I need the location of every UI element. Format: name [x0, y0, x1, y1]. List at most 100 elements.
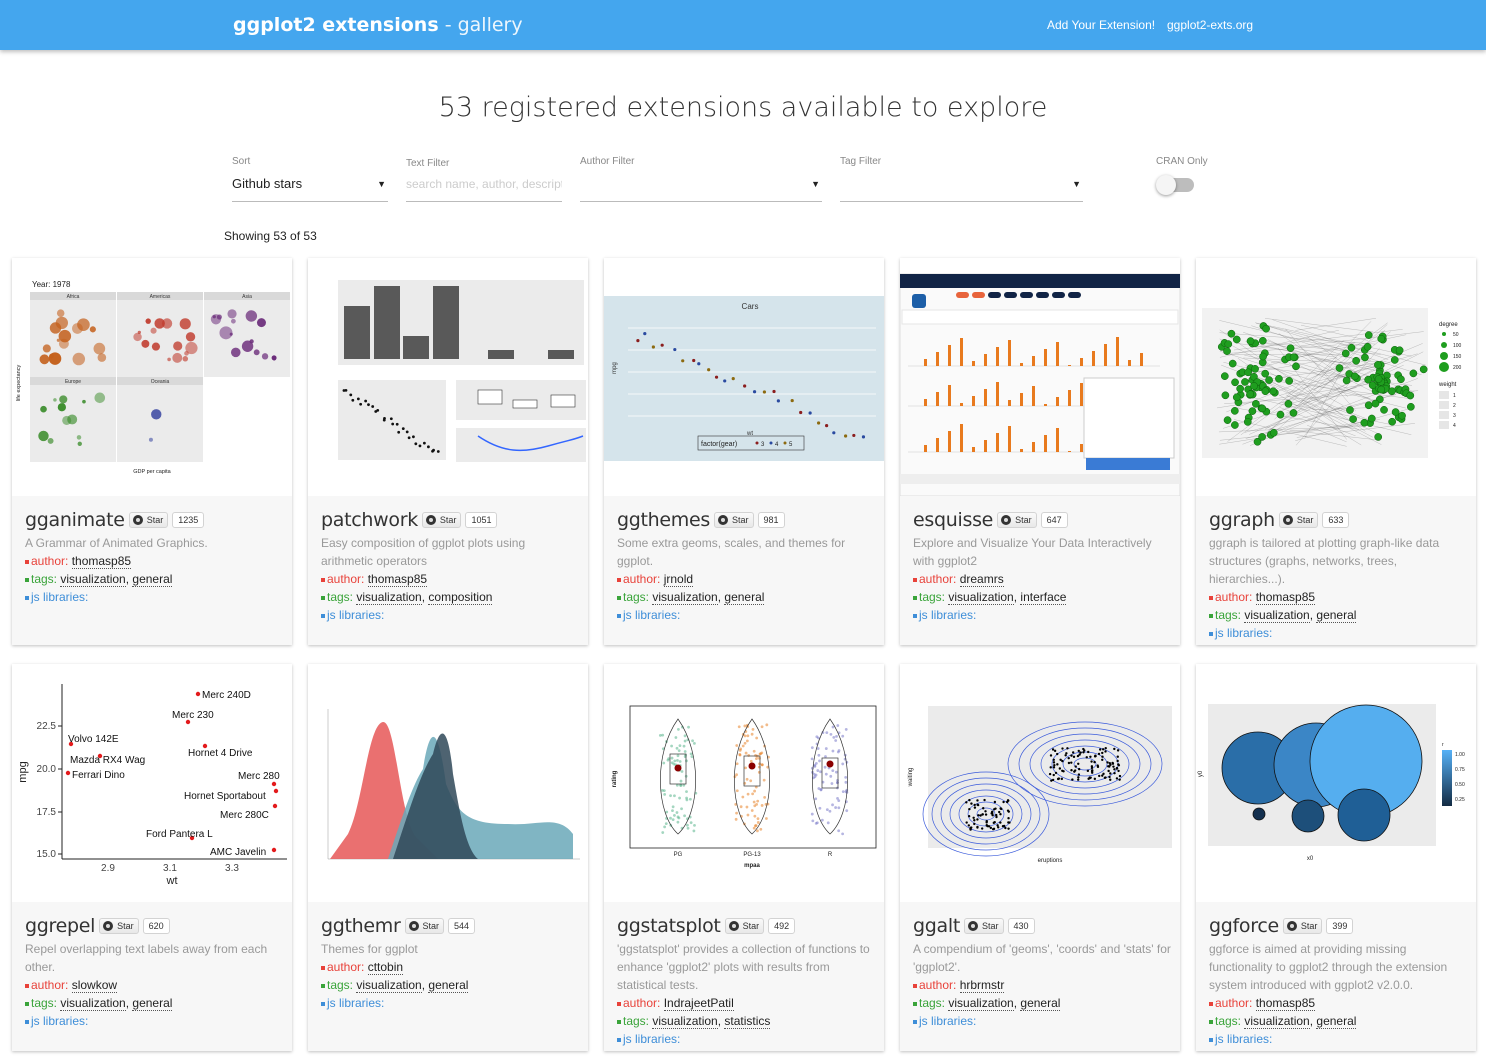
tag-link[interactable]: general — [724, 590, 765, 605]
author-link[interactable]: dreamrs — [959, 572, 1004, 587]
extension-name[interactable]: gganimate — [25, 509, 125, 531]
github-star-button[interactable]: Star — [997, 512, 1037, 528]
tag-link[interactable]: general — [132, 572, 173, 587]
star-count[interactable]: 981 — [757, 512, 785, 528]
star-count[interactable]: 633 — [1322, 512, 1350, 528]
author-link[interactable]: slowkow — [71, 978, 118, 993]
extension-description: ggforce is aimed at providing missing fu… — [1209, 942, 1448, 992]
tags-line: tags: visualization, statistics — [617, 1012, 875, 1030]
tag-link[interactable]: composition — [428, 590, 493, 605]
tag-link[interactable]: visualization — [356, 590, 422, 605]
extension-name[interactable]: ggraph — [1209, 509, 1275, 531]
star-count[interactable]: 399 — [1326, 918, 1354, 934]
star-count[interactable]: 430 — [1007, 918, 1035, 934]
author-link[interactable]: IndrajeetPatil — [663, 996, 734, 1011]
author-link[interactable]: hrbrmstr — [959, 978, 1005, 993]
tag-link[interactable]: visualization — [948, 590, 1014, 605]
github-icon — [425, 515, 436, 525]
extension-thumbnail[interactable]: Year: 1978 Africa Americas Asia Europe Oceani… — [12, 258, 292, 496]
extension-card-ggthemes[interactable]: Cars wt mpg factor(gear) 3 4 5 ggthemes Star 9… — [604, 258, 884, 645]
y-axis-label: life expectancy — [16, 365, 22, 402]
author-line: author: hrbrmstr — [913, 976, 1171, 994]
github-star-button[interactable]: Star — [964, 918, 1004, 934]
star-count[interactable]: 647 — [1040, 512, 1068, 528]
star-count[interactable]: 1051 — [465, 512, 498, 528]
github-star-button[interactable]: Star — [99, 918, 139, 934]
sort-select[interactable]: Github stars ▼ — [232, 172, 388, 202]
js-square-icon — [1209, 631, 1213, 636]
extension-thumbnail[interactable]: x0 y0 r 1.00 0.75 0.50 0.25 — [1196, 664, 1476, 902]
extension-card-gganimate[interactable]: Year: 1978 Africa Americas Asia Europe Oceani… — [12, 258, 292, 645]
tag-link[interactable]: visualization — [948, 996, 1014, 1011]
point-label: Volvo 142E — [68, 734, 119, 745]
tag-link[interactable]: interface — [1020, 590, 1067, 605]
extension-thumbnail[interactable]: 22.5 20.0 17.5 15.0 2.9 3.1 3.3 wt mpg Merc 240D M… — [12, 664, 292, 902]
tag-link[interactable]: general — [1316, 1014, 1357, 1029]
tag-link[interactable]: general — [1020, 996, 1061, 1011]
github-star-button[interactable]: Star — [1278, 512, 1319, 528]
extension-thumbnail[interactable] — [900, 258, 1180, 496]
extension-name[interactable]: ggthemes — [617, 509, 710, 531]
github-star-button[interactable]: Star — [421, 512, 462, 528]
js-square-icon — [321, 1001, 325, 1006]
extension-thumbnail[interactable]: eruptions waiting — [900, 664, 1180, 902]
github-star-button[interactable]: Star — [714, 512, 754, 528]
github-star-button[interactable]: Star — [128, 512, 169, 528]
extension-thumbnail[interactable] — [308, 664, 588, 902]
tag-link[interactable]: general — [1316, 608, 1357, 623]
extension-card-ggrepel[interactable]: 22.5 20.0 17.5 15.0 2.9 3.1 3.3 wt mpg Merc 240D M… — [12, 664, 292, 1051]
ggraph-plot: degree 50 100 150 200 weight 1 2 3 4 — [1202, 308, 1462, 458]
extension-thumbnail[interactable]: PG PG-13 Rmpaa rating — [604, 664, 884, 902]
extension-card-ggalt[interactable]: eruptions waiting ggalt Star 430 A compen… — [900, 664, 1180, 1051]
js-libraries-line: js libraries: — [321, 606, 579, 624]
author-link[interactable]: jrnold — [663, 572, 694, 587]
extension-thumbnail[interactable] — [308, 258, 588, 496]
extension-name[interactable]: ggalt — [913, 915, 960, 937]
ggplot2-exts-link[interactable]: ggplot2-exts.org — [1167, 18, 1253, 32]
github-star-button[interactable]: Star — [1282, 918, 1323, 934]
tag-link[interactable]: visualization — [1244, 1014, 1310, 1029]
extension-name[interactable]: esquisse — [913, 509, 993, 531]
author-link[interactable]: thomasp85 — [71, 554, 132, 569]
star-count[interactable]: 492 — [768, 918, 796, 934]
author-filter-select[interactable]: ▼ — [580, 172, 822, 202]
cran-only-toggle[interactable] — [1156, 175, 1194, 195]
tag-filter-select[interactable]: ▼ — [840, 172, 1083, 202]
extension-card-ggforce[interactable]: x0 y0 r 1.00 0.75 0.50 0.25 ggforce Star 399 g… — [1196, 664, 1476, 1051]
tag-link[interactable]: visualization — [652, 1014, 718, 1029]
brand-title[interactable]: ggplot2 extensions - gallery — [233, 14, 523, 36]
extension-name[interactable]: ggrepel — [25, 915, 95, 937]
tag-link[interactable]: visualization — [60, 996, 126, 1011]
extension-card-esquisse[interactable]: esquisse Star 647 Explore and Visualize … — [900, 258, 1180, 645]
extension-name[interactable]: ggforce — [1209, 915, 1279, 937]
github-icon — [408, 921, 419, 931]
star-count[interactable]: 1235 — [172, 512, 205, 528]
tag-link[interactable]: visualization — [1244, 608, 1310, 623]
extension-name[interactable]: ggstatsplot — [617, 915, 721, 937]
author-link[interactable]: thomasp85 — [367, 572, 428, 587]
star-count[interactable]: 544 — [448, 918, 476, 934]
extension-card-ggstatsplot[interactable]: PG PG-13 Rmpaa rating ggstatsplot Star 492 … — [604, 664, 884, 1051]
star-count[interactable]: 620 — [142, 918, 170, 934]
tag-link[interactable]: general — [132, 996, 173, 1011]
text-filter-input[interactable] — [406, 177, 562, 191]
github-star-button[interactable]: Star — [724, 918, 765, 934]
extension-thumbnail[interactable]: degree 50 100 150 200 weight 1 2 3 4 — [1196, 258, 1476, 496]
author-link[interactable]: cttobin — [367, 960, 404, 975]
tag-link[interactable]: visualization — [652, 590, 718, 605]
tag-link[interactable]: visualization — [60, 572, 126, 587]
page-headline: 53 registered extensions available to ex… — [438, 92, 1048, 123]
github-star-button[interactable]: Star — [404, 918, 445, 934]
author-link[interactable]: thomasp85 — [1255, 996, 1316, 1011]
extension-card-patchwork[interactable]: patchwork Star 1051 Easy composition of … — [308, 258, 588, 645]
add-extension-link[interactable]: Add Your Extension! — [1047, 18, 1155, 32]
tag-link[interactable]: general — [428, 978, 469, 993]
extension-card-ggthemr[interactable]: ggthemr Star 544 Themes for ggplot autho… — [308, 664, 588, 1051]
author-link[interactable]: thomasp85 — [1255, 590, 1316, 605]
tag-link[interactable]: statistics — [724, 1014, 771, 1029]
tag-link[interactable]: visualization — [356, 978, 422, 993]
extension-thumbnail[interactable]: Cars wt mpg factor(gear) 3 4 5 — [604, 258, 884, 496]
extension-card-ggraph[interactable]: degree 50 100 150 200 weight 1 2 3 4 ggraph Star … — [1196, 258, 1476, 645]
extension-name[interactable]: patchwork — [321, 509, 418, 531]
extension-name[interactable]: ggthemr — [321, 915, 401, 937]
